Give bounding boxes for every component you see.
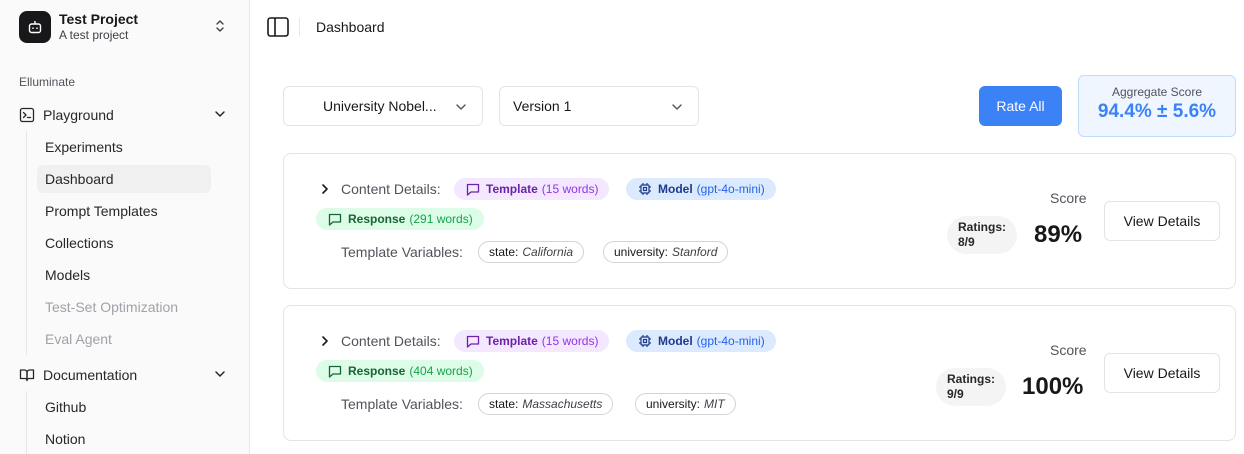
variable-chip-university: university: Stanford: [603, 241, 729, 263]
project-switcher[interactable]: Test Project A test project: [8, 6, 242, 48]
view-details-button[interactable]: View Details: [1104, 353, 1220, 393]
score-label: Score: [1050, 342, 1087, 358]
variable-key: university:: [646, 397, 701, 411]
sidebar-item-experiments[interactable]: Experiments: [37, 133, 211, 161]
variable-value: MIT: [704, 397, 725, 411]
result-card: Content Details: Template (15 words) Mod…: [283, 305, 1236, 441]
playground-submenu: Experiments Dashboard Prompt Templates C…: [26, 131, 211, 355]
variable-value: Stanford: [672, 245, 718, 259]
variable-chip-university: university: MIT: [635, 393, 736, 415]
chevron-right-icon[interactable]: [320, 182, 330, 196]
sidebar-item-eval-agent[interactable]: Eval Agent: [37, 325, 211, 353]
cpu-icon: [639, 335, 651, 347]
sidebar-item-prompt-templates[interactable]: Prompt Templates: [37, 197, 211, 225]
aggregate-score-label: Aggregate Score: [1111, 85, 1203, 99]
ratings-value: 9/9: [947, 387, 964, 401]
cpu-icon: [639, 183, 651, 195]
template-pill-count: (15 words): [541, 182, 599, 196]
terminal-square-icon: [19, 107, 35, 123]
nav-playground[interactable]: Playground: [19, 103, 229, 127]
model-pill-name: (gpt-4o-mini): [696, 334, 765, 348]
ratings-label: Ratings:: [947, 372, 995, 386]
nav-documentation-label: Documentation: [43, 367, 138, 383]
template-pill[interactable]: Template (15 words): [454, 330, 610, 352]
score-label: Score: [1050, 190, 1087, 206]
chevron-down-icon: [215, 371, 225, 377]
score-value: 89%: [1034, 221, 1083, 248]
template-pill-label: Template: [486, 182, 538, 196]
sidebar-group-label: Elluminate: [19, 75, 76, 89]
variable-key: university:: [614, 245, 669, 259]
sidebar-item-test-set-optimization[interactable]: Test-Set Optimization: [37, 293, 211, 321]
chevron-down-icon: [456, 104, 466, 110]
breadcrumb[interactable]: Dashboard: [316, 19, 385, 35]
ratings-value: 8/9: [958, 235, 975, 249]
version-select[interactable]: Version 1: [499, 86, 699, 126]
content-details-label: Content Details:: [341, 333, 441, 349]
response-pill-label: Response: [348, 212, 406, 226]
ratings-badge: Ratings: 8/9: [947, 216, 1017, 254]
project-name: Test Project: [59, 11, 139, 27]
response-pill-count: (404 words): [409, 364, 473, 378]
sidebar: Test Project A test project Elluminate P…: [0, 0, 250, 454]
variable-key: state:: [489, 245, 519, 259]
sidebar-item-models[interactable]: Models: [37, 261, 211, 289]
ratings-label: Ratings:: [958, 220, 1006, 234]
message-square-icon: [466, 335, 480, 348]
aggregate-score-card: Aggregate Score 94.4% ± 5.6%: [1078, 75, 1236, 137]
rate-all-button[interactable]: Rate All: [979, 86, 1062, 126]
template-pill[interactable]: Template (15 words): [454, 178, 610, 200]
collection-select-value: University Nobel...: [323, 98, 437, 114]
chevron-down-icon: [672, 104, 682, 110]
topbar-divider: [299, 18, 300, 36]
topbar: Dashboard: [251, 0, 1244, 54]
collection-select[interactable]: University Nobel...: [283, 86, 483, 126]
model-pill-name: (gpt-4o-mini): [696, 182, 765, 196]
message-square-icon: [328, 365, 342, 378]
template-pill-label: Template: [486, 334, 538, 348]
view-details-button[interactable]: View Details: [1104, 201, 1220, 241]
message-square-icon: [328, 213, 342, 226]
variable-key: state:: [489, 397, 519, 411]
variable-value: California: [522, 245, 574, 259]
nav-playground-label: Playground: [43, 107, 114, 123]
result-card: Content Details: Template (15 words) Mod…: [283, 153, 1236, 289]
message-square-icon: [466, 183, 480, 196]
template-variables-label: Template Variables:: [341, 396, 463, 412]
nav-documentation[interactable]: Documentation: [19, 363, 229, 387]
variable-chip-state: state: Massachusetts: [478, 393, 614, 415]
book-open-icon: [19, 369, 35, 382]
ratings-badge: Ratings: 9/9: [936, 368, 1006, 406]
sidebar-item-dashboard[interactable]: Dashboard: [37, 165, 211, 193]
aggregate-score-value: 94.4% ± 5.6%: [1097, 101, 1217, 122]
sidebar-item-collections[interactable]: Collections: [37, 229, 211, 257]
model-pill-label: Model: [658, 182, 693, 196]
robot-icon: [19, 11, 51, 43]
model-pill[interactable]: Model (gpt-4o-mini): [626, 330, 776, 352]
documentation-submenu: Github Notion: [26, 391, 86, 454]
template-pill-count: (15 words): [541, 334, 599, 348]
variable-value: Massachusetts: [522, 397, 603, 411]
chevron-right-icon[interactable]: [320, 334, 330, 348]
response-pill-label: Response: [348, 364, 406, 378]
template-variables-label: Template Variables:: [341, 244, 463, 260]
chevron-down-icon: [215, 111, 225, 117]
sidebar-item-notion[interactable]: Notion: [37, 425, 211, 453]
content-details-label: Content Details:: [341, 181, 441, 197]
response-pill-count: (291 words): [409, 212, 473, 226]
version-select-value: Version 1: [513, 98, 572, 114]
response-pill[interactable]: Response (404 words): [316, 360, 484, 382]
variable-chip-state: state: California: [478, 241, 585, 263]
project-description: A test project: [59, 28, 129, 42]
model-pill[interactable]: Model (gpt-4o-mini): [626, 178, 776, 200]
score-value: 100%: [1022, 373, 1084, 400]
sidebar-toggle-icon[interactable]: [267, 17, 289, 42]
model-pill-label: Model: [658, 334, 693, 348]
chevrons-up-down-icon: [214, 18, 226, 39]
response-pill[interactable]: Response (291 words): [316, 208, 484, 230]
sidebar-item-github[interactable]: Github: [37, 393, 211, 421]
